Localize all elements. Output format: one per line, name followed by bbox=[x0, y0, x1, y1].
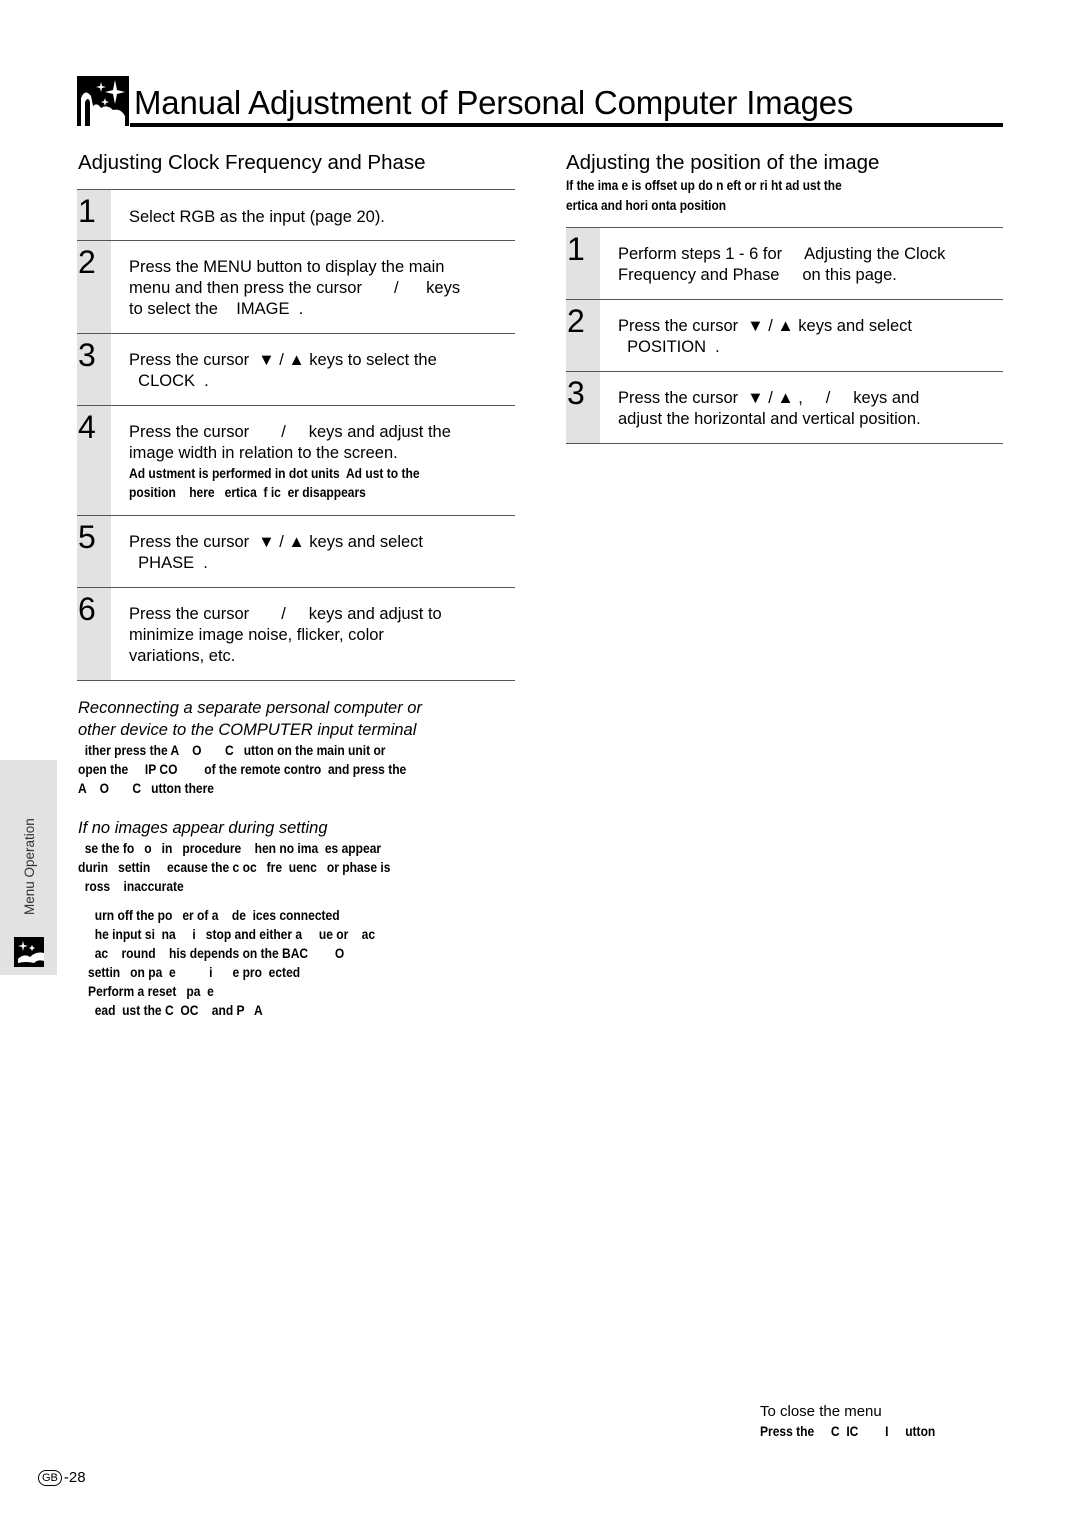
note-body-line: ither press the A O C utton on the main … bbox=[78, 742, 386, 758]
section-heading-clock-phase: Adjusting Clock Frequency and Phase bbox=[78, 151, 426, 174]
step-number: 4 bbox=[77, 406, 111, 515]
projector-stars-icon bbox=[77, 76, 129, 126]
close-menu-instruction: Press the C IC I utton bbox=[760, 1423, 936, 1439]
step-text-line: variations, etc. bbox=[129, 647, 236, 665]
step-text: Select RGB as the input (page 20). bbox=[129, 208, 385, 226]
position-steps: 1 Perform steps 1 - 6 for Adjusting the … bbox=[566, 227, 1003, 444]
step-number: 1 bbox=[566, 228, 600, 299]
step-row: 2 Press the cursor ▼ / ▲ keys and select… bbox=[566, 299, 1003, 371]
step-row: 5 Press the cursor ▼ / ▲ keys and select… bbox=[77, 515, 515, 587]
step-number: 2 bbox=[566, 300, 600, 371]
step-number: 5 bbox=[77, 516, 111, 587]
step-number: 2 bbox=[77, 241, 111, 333]
note-body-line: A O C utton there bbox=[78, 780, 215, 796]
step-note-line: position here ertica f ic er disappears bbox=[129, 484, 366, 500]
step-number: 3 bbox=[566, 372, 600, 443]
note-title-line: other device to the COMPUTER input termi… bbox=[78, 721, 417, 739]
step-row: 2 Press the MENU button to display the m… bbox=[77, 240, 515, 333]
step-row: 3 Press the cursor ▼ / ▲ keys to select … bbox=[77, 333, 515, 405]
step-text-line: image width in relation to the screen. bbox=[129, 444, 398, 462]
step-text-line: adjust the horizontal and vertical posit… bbox=[618, 410, 921, 428]
note-list-line: ac round his depends on the BAC O bbox=[78, 945, 345, 961]
step-number: 6 bbox=[77, 588, 111, 680]
step-number: 3 bbox=[77, 334, 111, 405]
note-list-line: Perform a reset pa e bbox=[78, 983, 214, 999]
step-text-line: Press the cursor ▼ / ▲ , / keys and bbox=[618, 389, 920, 407]
step-text-line: Press the MENU button to display the mai… bbox=[129, 258, 445, 276]
note-body-line: durin settin ecause the c oc fre uenc or… bbox=[78, 859, 391, 875]
step-row: 4 Press the cursor / keys and adjust the… bbox=[77, 405, 515, 515]
step-text-line: Press the cursor ▼ / ▲ keys and select bbox=[618, 317, 913, 335]
section-heading-position: Adjusting the position of the image bbox=[566, 151, 880, 174]
note-body-line: ross inaccurate bbox=[78, 878, 184, 894]
note-list-line: settin on pa e i e pro ected bbox=[78, 964, 301, 980]
note-body-line: se the fo o in procedure hen no ima es a… bbox=[78, 840, 382, 856]
note-list-line: urn off the po er of a de ices connected bbox=[78, 907, 340, 923]
step-text-line: Frequency and Phase on this page. bbox=[618, 266, 897, 284]
step-text-line: POSITION . bbox=[618, 338, 720, 356]
step-text-line: CLOCK . bbox=[129, 372, 209, 390]
page-title: Manual Adjustment of Personal Computer I… bbox=[134, 84, 854, 121]
step-text-line: minimize image noise, flicker, color bbox=[129, 626, 384, 644]
note-title: If no images appear during setting bbox=[78, 819, 328, 837]
side-tab-label: Menu Operation bbox=[22, 818, 37, 915]
step-note-line: Ad ustment is performed in dot units Ad … bbox=[129, 465, 420, 481]
note-list-line: he input si na i stop and either a ue or… bbox=[78, 926, 376, 942]
step-row: 1 Select RGB as the input (page 20). bbox=[77, 189, 515, 240]
menu-operation-icon bbox=[14, 937, 44, 967]
no-images-note: If no images appear during setting se th… bbox=[78, 817, 518, 1020]
step-text-line: Press the cursor ▼ / ▲ keys to select th… bbox=[129, 351, 437, 369]
step-text-line: to select the IMAGE . bbox=[129, 300, 304, 318]
step-text-line: menu and then press the cursor / keys bbox=[129, 279, 461, 297]
step-number: 1 bbox=[77, 190, 111, 240]
step-row: 6 Press the cursor / keys and adjust to … bbox=[77, 587, 515, 681]
step-text-line: PHASE . bbox=[129, 554, 208, 572]
step-row: 3 Press the cursor ▼ / ▲ , / keys and ad… bbox=[566, 371, 1003, 444]
section-subtitle-line: If the ima e is offset up do n eft or ri… bbox=[566, 177, 842, 193]
page-number: GB -28 bbox=[38, 1469, 86, 1487]
clock-phase-steps: 1 Select RGB as the input (page 20). 2 P… bbox=[77, 189, 515, 681]
region-badge: GB bbox=[38, 1470, 62, 1486]
step-row: 1 Perform steps 1 - 6 for Adjusting the … bbox=[566, 227, 1003, 299]
step-text-line: Press the cursor / keys and adjust to bbox=[129, 605, 442, 623]
section-subtitle-line: ertica and hori onta position bbox=[566, 197, 726, 213]
close-menu-title: To close the menu bbox=[760, 1403, 882, 1420]
note-list-line: ead ust the C OC and P A bbox=[78, 1002, 263, 1018]
title-underline bbox=[130, 123, 1003, 127]
step-text-line: Press the cursor / keys and adjust the bbox=[129, 423, 451, 441]
step-text-line: Perform steps 1 - 6 for Adjusting the Cl… bbox=[618, 245, 946, 263]
page-number-text: -28 bbox=[63, 1469, 86, 1486]
reconnect-note: Reconnecting a separate personal compute… bbox=[78, 697, 518, 798]
note-body-line: open the IP CO of the remote contro and … bbox=[78, 761, 407, 777]
note-title-line: Reconnecting a separate personal compute… bbox=[78, 699, 422, 717]
step-text-line: Press the cursor ▼ / ▲ keys and select bbox=[129, 533, 424, 551]
